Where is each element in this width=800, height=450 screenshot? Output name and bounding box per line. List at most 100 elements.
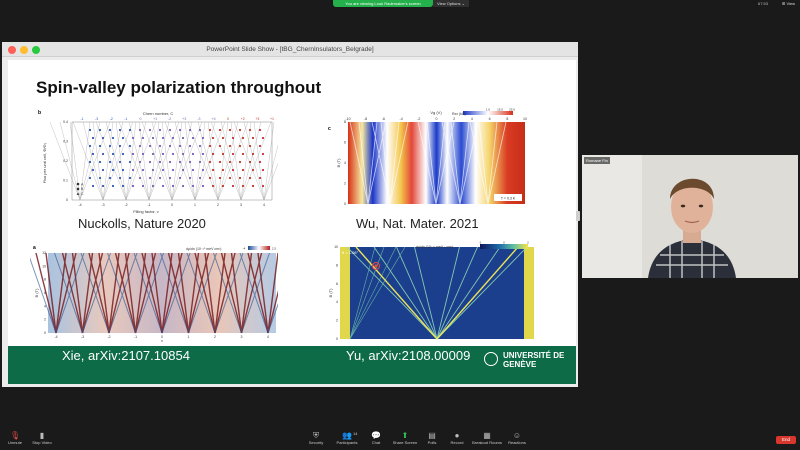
x-tick-label: -10 [345, 117, 350, 121]
stop-video-button[interactable]: ▮ Stop Video [22, 430, 62, 450]
colorbar-tick: -4 [243, 247, 246, 251]
y-tick-label: 0.1 [63, 179, 68, 183]
data-point [111, 136, 115, 140]
x-tick-label: 0 [436, 117, 438, 121]
x-tick-label: -6 [382, 117, 385, 121]
data-point [261, 168, 265, 172]
participant-video-tile[interactable]: Romane Fin [582, 155, 798, 278]
colorbar-tick: 2.5 [272, 247, 277, 251]
chern-number: -1 [80, 117, 83, 121]
data-point [141, 152, 145, 156]
data-point [218, 160, 222, 164]
chern-number: -2 [110, 117, 113, 121]
data-point [131, 136, 135, 140]
data-point [228, 160, 232, 164]
chern-number: +2 [241, 117, 245, 121]
x-tick-label: -2 [417, 117, 420, 121]
data-point [158, 144, 162, 148]
data-point [188, 176, 192, 180]
y-tick-label: 10 [42, 264, 46, 268]
reactions-button[interactable]: ☺ Reactions [497, 430, 537, 450]
data-point [131, 152, 135, 156]
y-tick-label: 2 [44, 318, 46, 322]
data-point [111, 168, 115, 172]
data-point [241, 184, 245, 188]
view-options-button[interactable]: View Options ⌄ [433, 0, 469, 7]
colorbar-tick: 15.0 [497, 108, 503, 112]
y-tick-label: 4 [344, 161, 346, 165]
data-point [88, 144, 92, 148]
data-point [131, 184, 135, 188]
participant-name: Romane Fin [584, 157, 610, 164]
view-toggle-button[interactable]: ⊞ View [782, 1, 795, 6]
data-point [108, 128, 112, 132]
data-point [98, 144, 102, 148]
colorbar-label: Rxx (kΩ) [452, 112, 466, 116]
data-point [261, 152, 265, 156]
data-point [128, 176, 132, 180]
x-tick-label: 2 [453, 117, 455, 121]
data-point [148, 176, 152, 180]
colorbar-label: dμ/dn (10⁻¹⁰ meV cm²) [186, 247, 221, 251]
data-point [168, 176, 172, 180]
x-axis-label: Filling factor, ν [133, 209, 159, 214]
data-point [188, 160, 192, 164]
temperature-label: T = 0.3 K [501, 197, 516, 201]
data-point [231, 152, 235, 156]
panel-letter: c [328, 126, 331, 132]
figure-nuckolls: b Chern number, C Filling factor, ν Flux… [38, 108, 278, 214]
data-point [91, 184, 95, 188]
data-point [98, 176, 102, 180]
data-point [211, 168, 215, 172]
data-point [151, 152, 155, 156]
panel-resize-handle[interactable] [576, 211, 580, 221]
shared-powerpoint-window: PowerPoint Slide Show - [tBG_ChernInsula… [2, 42, 578, 387]
y-tick-label: 0.4 [63, 120, 68, 124]
university-name: UNIVERSITÉ DE GENÈVE [503, 351, 565, 369]
data-point [231, 184, 235, 188]
data-point [121, 152, 125, 156]
data-point [111, 152, 115, 156]
data-point [181, 136, 185, 140]
data-point [238, 176, 242, 180]
toolbar-label: Reactions [508, 440, 526, 445]
data-point [241, 152, 245, 156]
data-point [198, 128, 202, 132]
data-point [101, 152, 105, 156]
data-point [208, 176, 212, 180]
chern-number: +1 [270, 117, 274, 121]
data-point [148, 144, 152, 148]
data-point [168, 144, 172, 148]
toolbar-label: Stop Video [32, 440, 52, 445]
x-tick-label: -3 [81, 335, 84, 339]
data-point [151, 168, 155, 172]
panel-letter: a [33, 245, 36, 251]
y-tick-label: 0 [44, 331, 46, 335]
data-point [88, 176, 92, 180]
caption-xie-text: Xie, arXiv:2107.10854 [62, 348, 190, 363]
y-axis-label: B (T) [328, 288, 333, 298]
x-tick-label: -4 [400, 117, 403, 121]
y-tick-label: 0 [336, 337, 338, 341]
data-point [251, 136, 255, 140]
data-point [108, 144, 112, 148]
chern-number: +3 [255, 117, 259, 121]
data-point [91, 136, 95, 140]
caption-wu: Wu, Nat. Mater. 2021 [356, 216, 479, 231]
data-point [148, 160, 152, 164]
x-tick-label: 2 [217, 203, 219, 207]
data-point [91, 152, 95, 156]
reactions-icon: ☺ [512, 431, 522, 440]
microphone-muted-icon: 🎙 [10, 431, 21, 440]
data-point [191, 152, 195, 156]
y-tick-label: 6 [44, 291, 46, 295]
y-tick-label: 0 [66, 198, 68, 202]
data-point [221, 184, 225, 188]
y-tick-label: 8 [344, 120, 346, 124]
data-point [248, 144, 252, 148]
end-meeting-button[interactable]: End [776, 436, 796, 444]
data-point [181, 168, 185, 172]
x-axis-label: Vg (V) [430, 110, 442, 115]
data-point [201, 152, 205, 156]
video-camera-icon: ▮ [39, 431, 45, 440]
